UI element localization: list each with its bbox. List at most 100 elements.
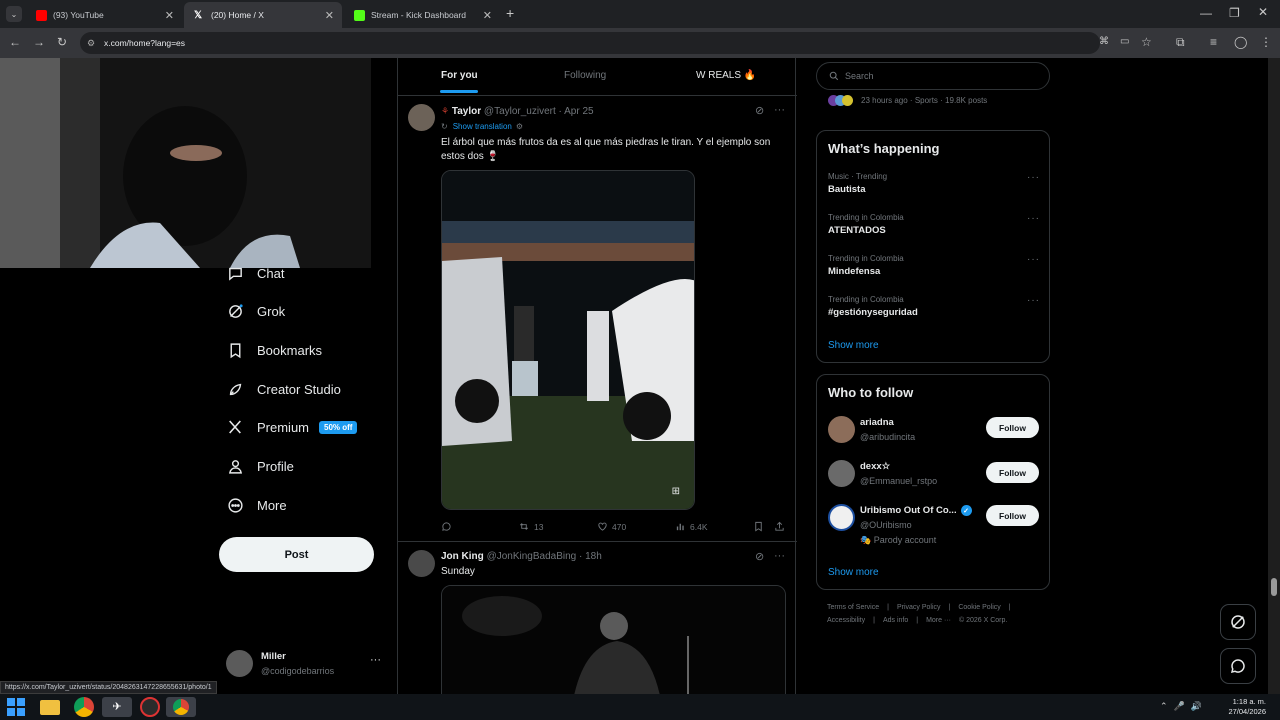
file-explorer-icon[interactable] [40,700,60,715]
sidebar-item-grok[interactable]: Grok [226,302,285,320]
author-name[interactable]: Taylor [452,106,481,117]
more-dots-icon[interactable]: ··· [774,104,785,116]
tab-following[interactable]: Following [564,70,606,81]
bookmark-button[interactable] [753,521,768,532]
back-button[interactable]: ← [9,35,21,49]
like-button[interactable]: 470 [597,521,626,532]
retweet-button[interactable]: 13 [518,521,543,532]
follow-suggestion[interactable]: ariadna @aribudincita Follow [817,415,1049,449]
close-icon[interactable]: ✕ [165,9,174,22]
follow-button[interactable]: Follow [986,417,1039,438]
sidebar-item-more[interactable]: More [226,496,287,514]
main-feed: For you Following W REALS 🔥 ⚘ Taylor @Ta… [397,58,797,694]
grok-float-button[interactable] [1220,604,1256,640]
tweet[interactable]: ⚘ Taylor @Taylor_uzivert · Apr 25 ⊘ ··· … [398,96,797,541]
tab-youtube[interactable]: (93) YouTube ✕ [26,2,182,28]
trend-item[interactable]: Trending in Colombia Mindefensa ··· [828,254,1040,277]
tray-icons[interactable]: ⌃🎤🔊 [1160,701,1208,712]
privacy-link[interactable]: Privacy Policy [897,604,941,611]
chrome-icon[interactable] [74,697,94,717]
tab-for-you[interactable]: For you [441,70,478,81]
clock[interactable]: 1:18 a. m. 27/04/2026 [1226,697,1266,717]
follow-button[interactable]: Follow [986,462,1039,483]
sidebar-item-premium[interactable]: Premium 50% off [226,418,358,436]
reply-button[interactable] [441,521,456,532]
search-input[interactable]: Search [816,62,1050,90]
tweet-time[interactable]: · 18h [579,551,602,562]
show-translation-link[interactable]: ↻ Show translation ⚙ [441,122,523,131]
minimize-button[interactable]: — [1200,6,1212,20]
image-edit-icon[interactable]: ⊞ [672,486,680,497]
more-dots-icon[interactable]: ··· [1027,172,1040,183]
extensions-icon[interactable]: ⧉ [1176,35,1185,50]
author-handle[interactable]: @Taylor_uzivert [484,106,556,117]
translate-icon[interactable]: ⌘ [1099,36,1109,47]
more-dots-icon[interactable]: ··· [774,550,785,562]
close-icon[interactable]: ✕ [483,9,492,22]
sidebar-item-bookmarks[interactable]: Bookmarks [226,341,322,359]
scrollbar[interactable] [1268,58,1280,694]
accessibility-link[interactable]: Accessibility [827,617,865,624]
site-info-icon[interactable]: ⚙ [87,38,95,49]
sidebar-item-creator-studio[interactable]: Creator Studio [226,380,341,398]
sidebar-item-chat[interactable]: Chat [226,264,284,282]
tweet[interactable]: Jon King @JonKingBadaBing · 18h ⊘ ··· Su… [398,542,797,694]
panel-title: Who to follow [828,385,914,400]
menu-icon[interactable]: ⋮ [1260,35,1272,49]
obs-icon[interactable] [140,697,160,717]
account-switcher[interactable]: Miller @codigodebarrios ··· [226,648,386,682]
show-more-link[interactable]: Show more [828,340,879,351]
maximize-button[interactable]: ❐ [1229,6,1240,20]
chrome-active-icon[interactable] [166,697,196,717]
tweet-time[interactable]: · Apr 25 [559,106,594,117]
tweet-image[interactable]: ⊞ [441,170,695,510]
more-dots-icon[interactable]: ··· [1027,295,1040,306]
trend-item[interactable]: Music · Trending Bautista ··· [828,172,1040,195]
author-name[interactable]: Jon King [441,551,484,562]
grok-icon[interactable]: ⊘ [755,104,764,117]
bookmark-star-icon[interactable]: ☆ [1141,35,1152,49]
app-icon[interactable]: ✈ [102,697,132,717]
profile-icon[interactable]: ◯ [1234,35,1247,49]
scrollbar-thumb[interactable] [1271,578,1277,596]
tweet-image[interactable] [441,585,786,694]
tab-search-button[interactable]: ⌄ [6,6,22,22]
more-dots-icon[interactable]: ··· [1027,213,1040,224]
new-tab-button[interactable]: + [506,5,514,21]
url-bar[interactable]: ⚙ x.com/home?lang=es [80,32,1100,54]
sidebar-item-profile[interactable]: Profile [226,457,294,475]
avatar[interactable] [408,104,435,131]
ads-info-link[interactable]: Ads info [883,617,908,624]
cookie-link[interactable]: Cookie Policy [958,604,1000,611]
avatar[interactable] [408,550,435,577]
who-to-follow-panel: Who to follow ariadna @aribudincita Foll… [816,374,1050,590]
messages-float-button[interactable] [1220,648,1256,684]
close-window-button[interactable]: ✕ [1258,5,1268,19]
forward-button[interactable]: → [33,35,45,49]
more-dots-icon[interactable]: ··· [1027,254,1040,265]
trend-item[interactable]: Trending in Colombia #gestiónyseguridad … [828,295,1040,318]
more-dots-icon[interactable]: ··· [370,654,381,666]
share-button[interactable] [774,521,789,532]
close-icon[interactable]: ✕ [325,9,334,22]
grok-icon[interactable]: ⊘ [755,550,764,563]
follow-button[interactable]: Follow [986,505,1039,526]
more-link[interactable]: More ··· [926,617,951,624]
tab-w-reals[interactable]: W REALS 🔥 [696,70,756,81]
follow-suggestion[interactable]: dexx☆ @Emmanuel_rstpo Follow [817,459,1049,493]
grok-icon [1231,615,1245,629]
trend-item[interactable]: Trending in Colombia ATENTADOS ··· [828,213,1040,236]
show-more-link[interactable]: Show more [828,567,879,578]
terms-link[interactable]: Terms of Service [827,604,879,611]
author-handle[interactable]: @JonKingBadaBing [487,551,577,562]
windows-start-icon[interactable] [6,697,26,717]
tab-kick[interactable]: Stream - Kick Dashboard ✕ [344,2,500,28]
post-button[interactable]: Post [219,537,374,572]
trend-top-item[interactable]: 23 hours ago · Sports · 19.8K posts [828,92,987,108]
reload-button[interactable]: ↻ [57,35,67,49]
cast-icon[interactable]: ▭ [1120,36,1129,47]
media-icon[interactable]: ≡ [1210,35,1217,49]
views-button[interactable]: 6.4K [675,521,708,532]
tab-x-home[interactable]: 𝕏 (20) Home / X ✕ [184,2,342,28]
follow-suggestion[interactable]: Uribismo Out Of Co... ✓ @OUribismo 🎭 Par… [817,503,1049,551]
